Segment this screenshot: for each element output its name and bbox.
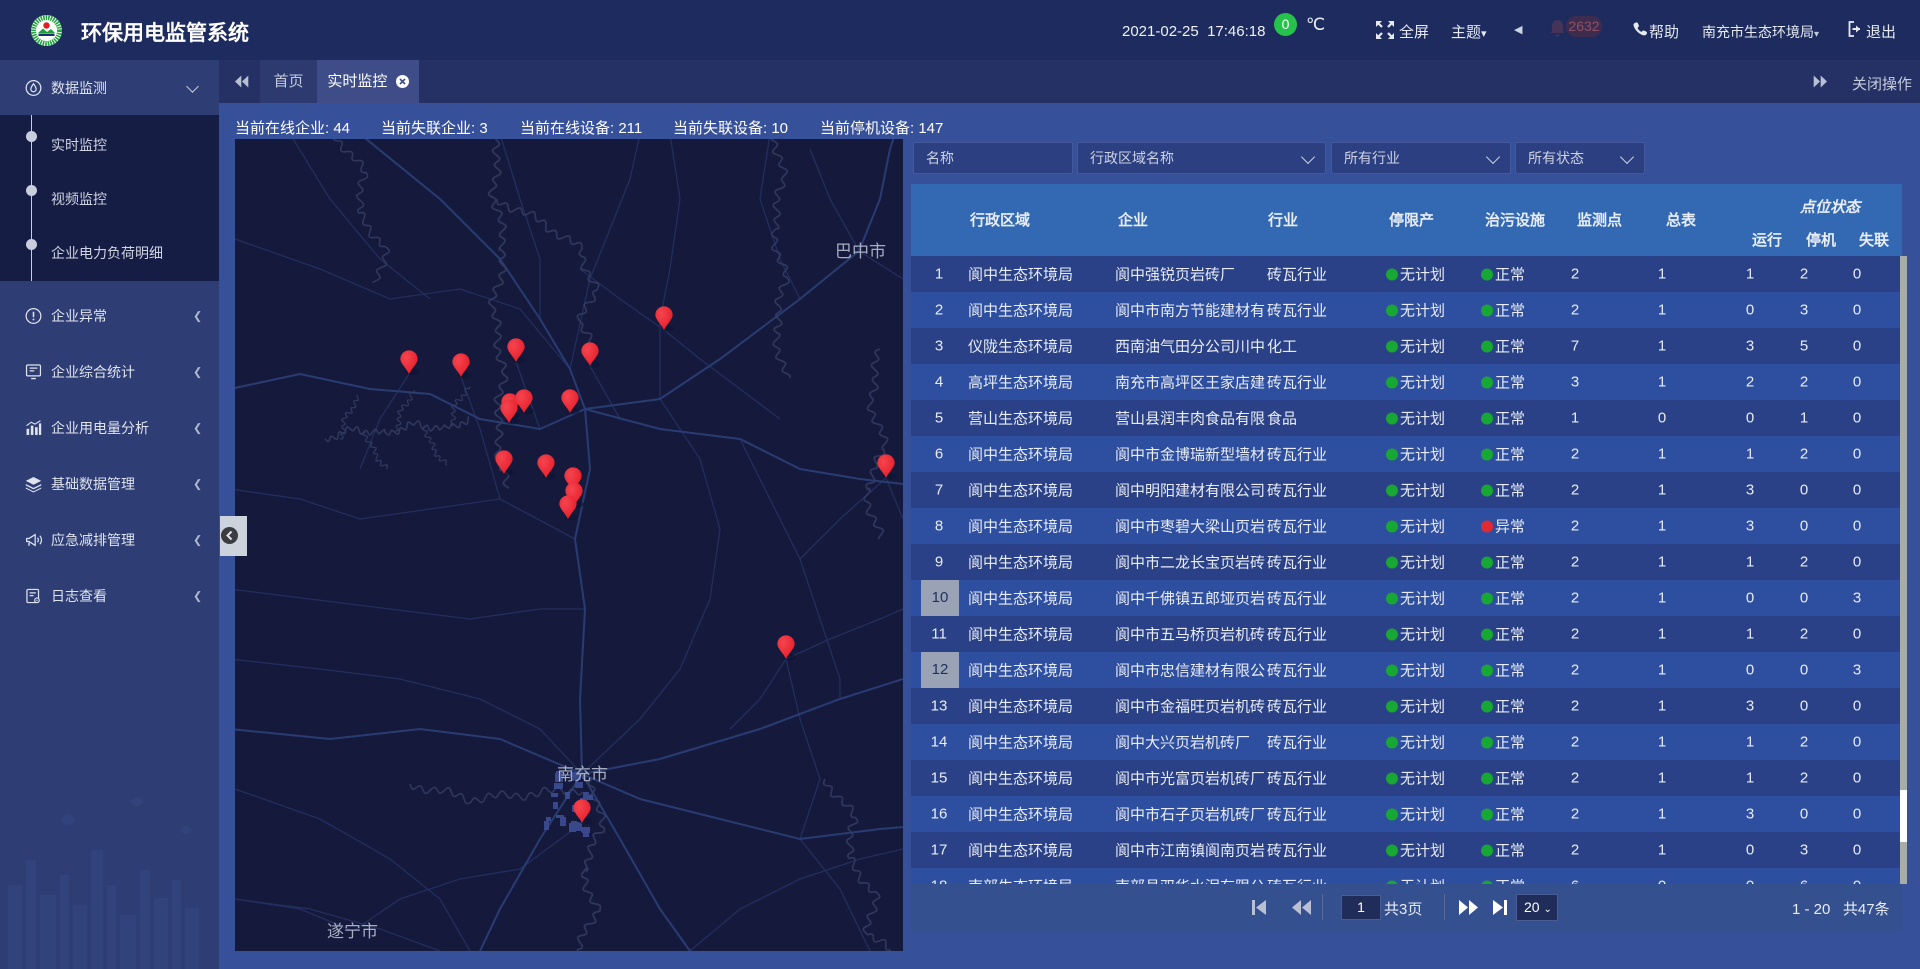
svg-text:南充市: 南充市 (557, 765, 608, 784)
svg-text:遂宁市: 遂宁市 (327, 922, 378, 941)
svg-text:巴中市: 巴中市 (835, 242, 886, 261)
